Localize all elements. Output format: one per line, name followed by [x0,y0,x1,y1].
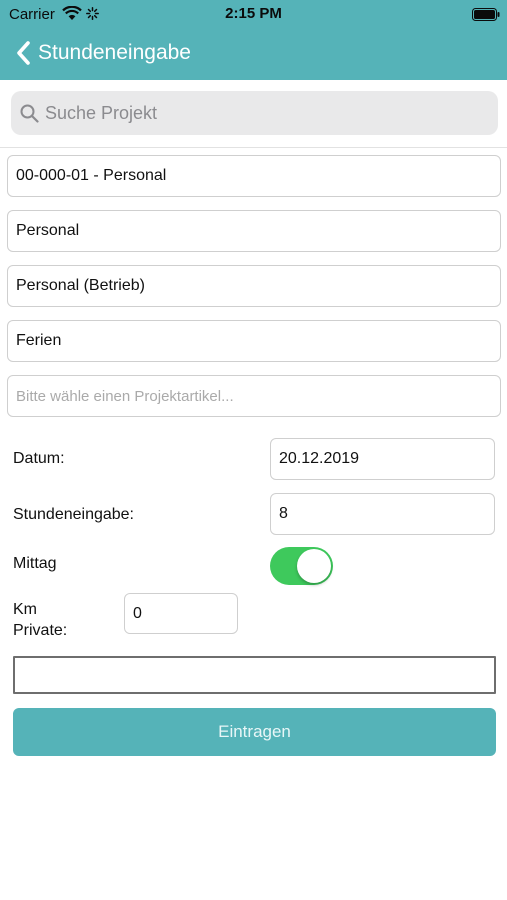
submit-button[interactable]: Eintragen [13,708,496,756]
app-header: Carrier 2:15 PM Stundeneingabe [0,0,507,80]
lunch-label: Mittag [13,555,57,572]
project-article-field[interactable] [7,375,501,417]
activity-field[interactable] [7,320,501,362]
km-private-field[interactable] [124,593,238,634]
km-label-line2: Private: [13,622,68,639]
battery-icon [472,8,500,21]
hours-field[interactable] [270,493,495,535]
search-divider [0,147,507,148]
hours-label: Stundeneingabe: [13,506,134,523]
date-label: Datum: [13,450,65,467]
status-bar: Carrier 2:15 PM [0,0,507,28]
page-title: Stundeneingabe [38,41,191,64]
project-field[interactable] [7,155,501,197]
date-field[interactable] [270,438,495,480]
km-label-line1: Km [13,601,37,618]
search-input[interactable] [45,91,485,135]
status-time: 2:15 PM [225,5,282,22]
search-icon [20,104,39,123]
note-field[interactable] [13,656,496,694]
category-field[interactable] [7,210,501,252]
subcategory-field[interactable] [7,265,501,307]
search-bar[interactable] [11,91,498,135]
toggle-knob [297,549,331,583]
nav-bar: Stundeneingabe [0,30,507,74]
chevron-left-icon[interactable] [14,40,34,66]
lunch-toggle[interactable] [270,547,333,585]
